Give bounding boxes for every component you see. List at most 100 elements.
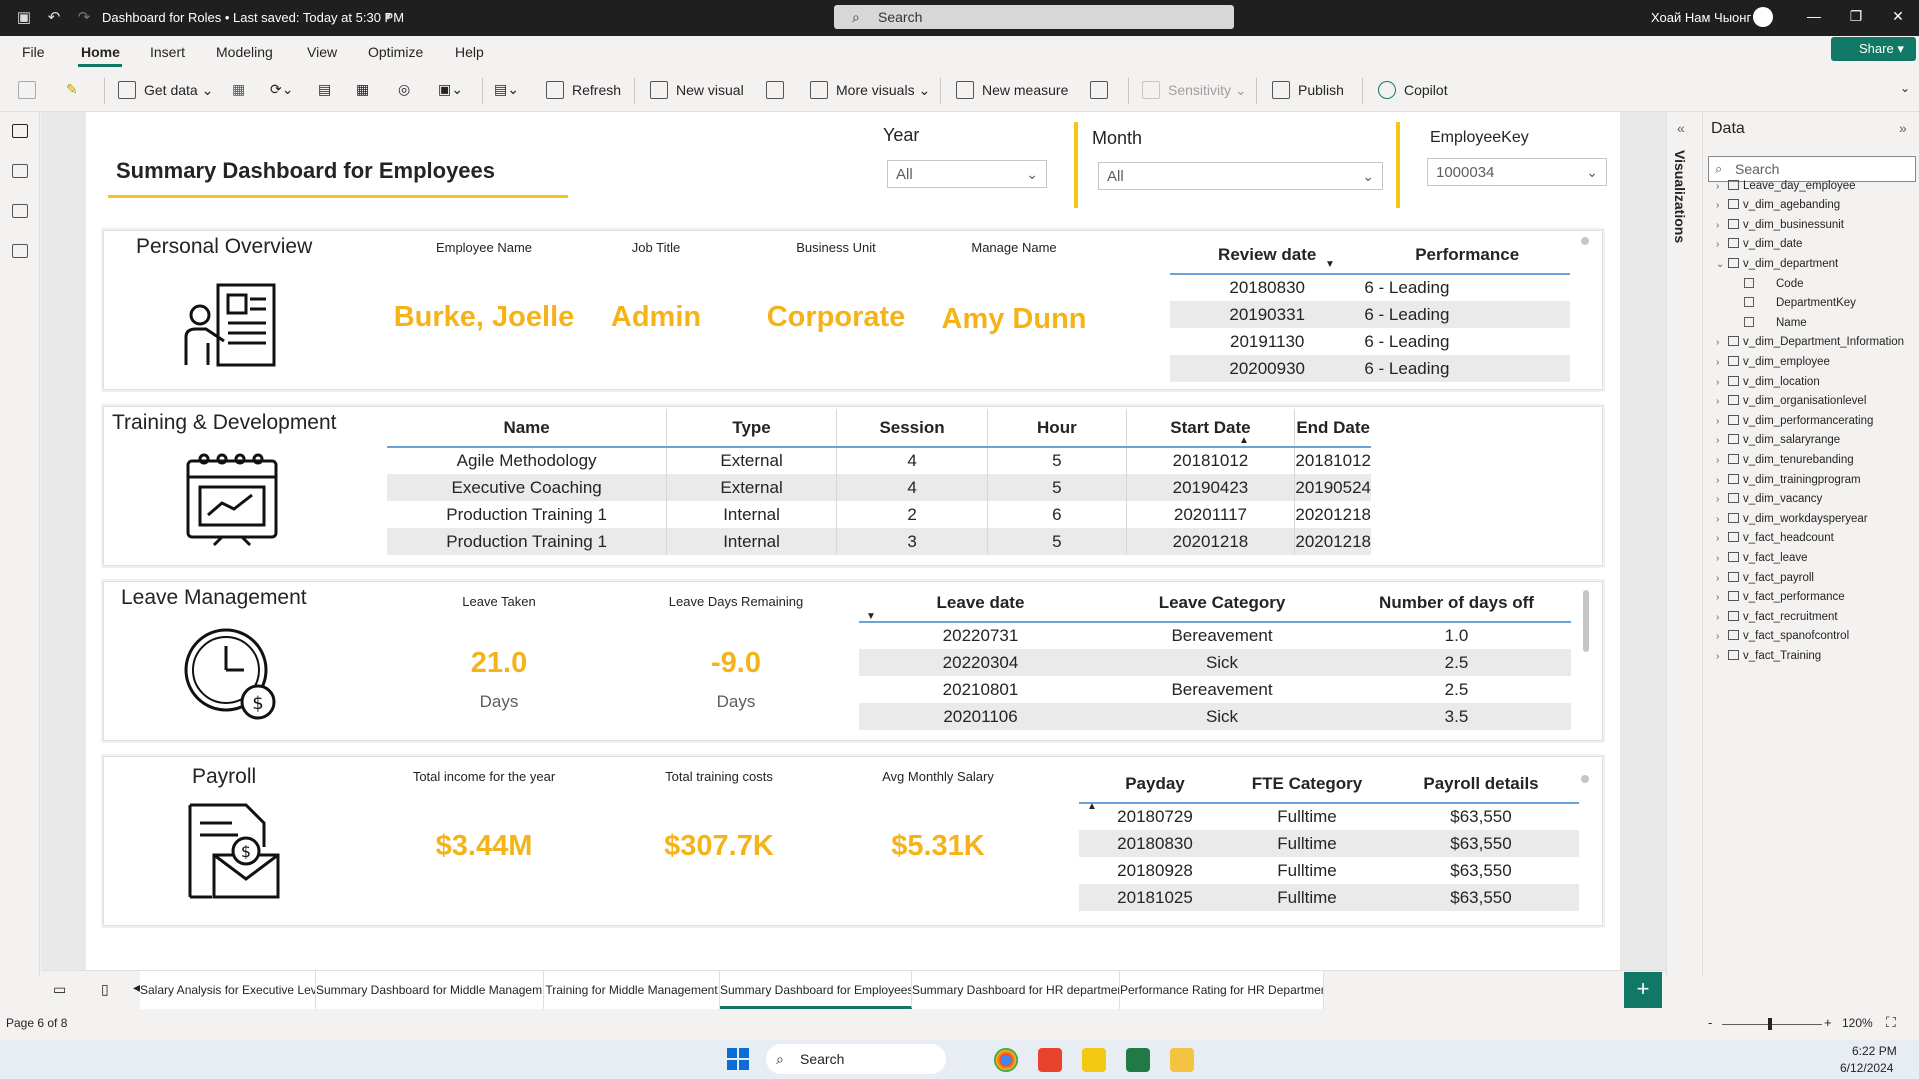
transform-data-icon[interactable]: ▤⌄	[494, 81, 519, 98]
menu-view[interactable]: View	[307, 44, 337, 60]
chevron-right-icon[interactable]: ›	[1716, 396, 1728, 407]
table-node[interactable]: ⌄ v_dim_department	[1716, 258, 1838, 270]
desktop-layout-icon[interactable]: ▭	[53, 981, 66, 998]
chevron-right-icon[interactable]: ›	[1716, 631, 1728, 642]
table-node[interactable]: › v_fact_leave	[1716, 552, 1808, 564]
table-node[interactable]: › v_fact_recruitment	[1716, 610, 1838, 623]
excel-icon[interactable]	[1126, 1048, 1150, 1072]
table-node[interactable]: › v_dim_agebanding	[1716, 199, 1840, 211]
table-node[interactable]: › v_dim_salaryrange	[1716, 434, 1840, 446]
text-box-icon[interactable]	[766, 81, 792, 99]
table-node[interactable]: › Leave_day_employee	[1716, 179, 1856, 192]
checkbox[interactable]	[1744, 277, 1754, 288]
column-header[interactable]: Payday	[1079, 765, 1231, 804]
table-node[interactable]: › v_fact_headcount	[1716, 532, 1834, 544]
column-header[interactable]: Review date	[1170, 236, 1365, 275]
sort-descending-icon[interactable]: ▼	[1325, 259, 1335, 270]
table-row[interactable]: Production Training 1 Internal 3 5 20201218 2…	[387, 528, 1371, 555]
visualizations-label[interactable]: Visualizations	[1672, 150, 1688, 243]
menu-insert[interactable]: Insert	[150, 44, 185, 60]
page-tab[interactable]: Summary Dashboard for HR department	[912, 971, 1120, 1009]
column-header[interactable]: FTE Category	[1231, 765, 1383, 804]
new-visual-button[interactable]: New visual	[650, 81, 744, 99]
add-page-button[interactable]: +	[1624, 972, 1662, 1008]
power-bi-icon[interactable]	[1082, 1048, 1106, 1072]
clock-date[interactable]: 6/12/2024	[1840, 1061, 1893, 1075]
start-icon[interactable]	[727, 1048, 749, 1070]
sensitivity-button[interactable]: Sensitivity ⌄	[1142, 81, 1247, 99]
excel-icon[interactable]: ▦	[232, 81, 245, 98]
employee-key-slicer[interactable]: 1000034 ⌄	[1427, 158, 1607, 186]
checkbox[interactable]	[1744, 297, 1754, 308]
collapse-icon[interactable]: »	[1899, 120, 1907, 136]
page-tab[interactable]: Summary Dashboard for Middle Managem...	[316, 971, 544, 1009]
table-row[interactable]: 20180928 Fulltime $63,550	[1079, 857, 1579, 884]
table-node[interactable]: › v_dim_employee	[1716, 356, 1830, 368]
column-header[interactable]: Type	[666, 409, 837, 448]
table-row[interactable]: 20190331 6 - Leading	[1170, 301, 1570, 328]
table-node[interactable]: › v_fact_performance	[1716, 591, 1845, 603]
chrome-icon[interactable]	[994, 1048, 1018, 1072]
table-row[interactable]: Production Training 1 Internal 2 6 20201117 2…	[387, 501, 1371, 528]
table-row[interactable]: 20191130 6 - Leading	[1170, 328, 1570, 355]
dataverse-icon[interactable]: ◎	[398, 81, 410, 98]
undo-icon[interactable]: ↶	[44, 8, 64, 28]
table-row[interactable]: 20220731 Bereavement 1.0	[859, 622, 1571, 649]
data-search-input[interactable]: ⌕ Search	[1708, 156, 1916, 182]
refresh-button[interactable]: Refresh	[546, 81, 621, 99]
table-row[interactable]: 20180830 Fulltime $63,550	[1079, 830, 1579, 857]
collapse-ribbon-icon[interactable]: ⌄	[1900, 81, 1910, 95]
chevron-right-icon[interactable]: ›	[1716, 200, 1728, 211]
more-visuals-button[interactable]: More visuals ⌄	[810, 81, 930, 99]
performance-table[interactable]: Review date Performance 20180830 6 - Lead…	[1170, 236, 1570, 382]
table-row[interactable]: 20210801 Bereavement 2.5	[859, 676, 1571, 703]
field-node[interactable]: Name	[1744, 316, 1807, 329]
save-icon[interactable]: ▣	[14, 8, 34, 28]
leave-table[interactable]: Leave date Leave Category Number of days…	[859, 584, 1571, 730]
month-slicer[interactable]: All ⌄	[1098, 162, 1383, 190]
table-node[interactable]: › v_dim_trainingprogram	[1716, 473, 1861, 486]
menu-modeling[interactable]: Modeling	[216, 44, 273, 60]
chevron-right-icon[interactable]: ›	[1716, 533, 1728, 544]
zoom-slider-thumb[interactable]	[1768, 1018, 1772, 1030]
fit-to-page-icon[interactable]: ⛶	[1886, 1014, 1896, 1031]
model-view-icon[interactable]	[12, 204, 28, 218]
chevron-right-icon[interactable]: ›	[1716, 416, 1728, 427]
report-view-icon[interactable]	[12, 124, 28, 138]
table-node[interactable]: › v_dim_tenurebanding	[1716, 454, 1854, 466]
chevron-right-icon[interactable]: ›	[1716, 337, 1728, 348]
table-row[interactable]: 20180830 6 - Leading	[1170, 274, 1570, 301]
table-node[interactable]: › v_dim_businessunit	[1716, 218, 1844, 231]
payroll-table[interactable]: Payday FTE Category Payroll details 2018…	[1079, 765, 1579, 911]
file-explorer-icon[interactable]	[1170, 1048, 1194, 1072]
clock-time[interactable]: 6:22 PM	[1852, 1044, 1897, 1058]
zoom-out-icon[interactable]: -	[1708, 1015, 1712, 1030]
expand-icon[interactable]: «	[1677, 120, 1685, 136]
taskbar-search[interactable]: ⌕ Search	[766, 1044, 946, 1074]
table-row[interactable]: Executive Coaching External 4 5 20190423 2019…	[387, 474, 1371, 501]
sort-ascending-icon[interactable]: ▲	[1087, 801, 1097, 812]
avatar[interactable]	[1753, 7, 1773, 27]
more-options-icon[interactable]	[1581, 237, 1589, 245]
page-tab[interactable]: Summary Dashboard for Employees	[720, 971, 912, 1009]
chevron-right-icon[interactable]: ›	[1716, 573, 1728, 584]
chevron-right-icon[interactable]: ›	[1716, 494, 1728, 505]
column-header[interactable]: Session	[836, 409, 989, 448]
page-tab[interactable]: Salary Analysis for Executive Level	[140, 971, 316, 1009]
restore-icon[interactable]: ❐	[1846, 8, 1866, 25]
publish-button[interactable]: Publish	[1272, 81, 1344, 99]
table-node[interactable]: › v_dim_date	[1716, 238, 1802, 250]
table-row[interactable]: 20180729 Fulltime $63,550	[1079, 803, 1579, 830]
zoom-in-icon[interactable]: +	[1824, 1015, 1832, 1030]
chevron-right-icon[interactable]: ›	[1716, 435, 1728, 446]
chevron-down-icon[interactable]: ⌄	[1716, 259, 1728, 270]
minimize-icon[interactable]: —	[1804, 8, 1824, 24]
share-button[interactable]: Share ▾	[1831, 37, 1916, 61]
zoom-level[interactable]: 120%	[1842, 1016, 1873, 1030]
column-header[interactable]: Payroll details	[1383, 765, 1579, 804]
table-node[interactable]: › v_dim_performancerating	[1716, 414, 1873, 427]
table-view-icon[interactable]	[12, 164, 28, 178]
menu-help[interactable]: Help	[455, 44, 484, 60]
field-node[interactable]: DepartmentKey	[1744, 297, 1856, 309]
table-node[interactable]: › v_dim_location	[1716, 375, 1820, 388]
